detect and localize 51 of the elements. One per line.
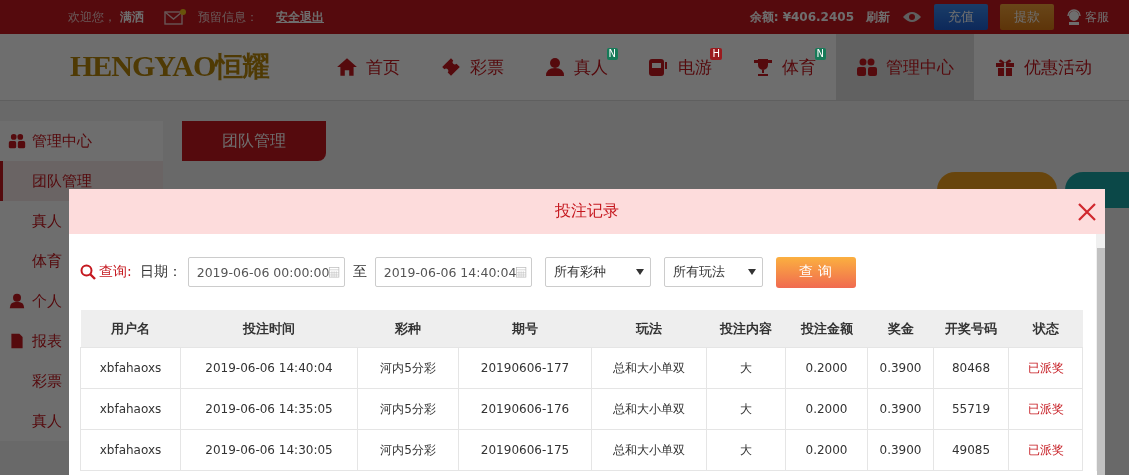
table-cell: xbfahaoxs — [80, 347, 181, 389]
column-header: 投注金额 — [785, 310, 868, 348]
table-cell: 49085 — [933, 429, 1009, 471]
table-cell: xbfahaoxs — [80, 388, 181, 430]
table-cell: 2019-06-06 14:35:05 — [180, 388, 358, 430]
table-cell: 已派奖 — [1008, 388, 1083, 430]
table-cell: xbfahaoxs — [80, 429, 181, 471]
table-cell: 20190606-175 — [458, 429, 592, 471]
modal-title: 投注记录 — [555, 201, 619, 222]
table-cell: 0.2000 — [785, 429, 868, 471]
table-cell: 河内5分彩 — [357, 429, 459, 471]
table-cell: 0.2000 — [785, 347, 868, 389]
table-cell: 河内5分彩 — [357, 388, 459, 430]
nav-badge: N — [814, 48, 826, 60]
table-cell: 20190606-176 — [458, 388, 592, 430]
table-cell: 2019-06-06 14:40:04 — [180, 347, 358, 389]
table-cell: 已派奖 — [1008, 429, 1083, 471]
column-header: 奖金 — [867, 310, 934, 348]
table-cell: 已派奖 — [1008, 347, 1083, 389]
reserved-info-label: 预留信息： — [198, 8, 258, 26]
column-header: 开奖号码 — [933, 310, 1009, 348]
table-cell: 总和大小单双 — [591, 347, 707, 389]
table-cell: 0.3900 — [867, 347, 934, 389]
column-header: 期号 — [458, 310, 592, 348]
welcome-text: 欢迎您， — [68, 8, 116, 26]
table-cell: 河内5分彩 — [357, 347, 459, 389]
table-cell: 20190606-177 — [458, 347, 592, 389]
table-cell: 0.3900 — [867, 429, 934, 471]
column-header: 投注时间 — [180, 310, 358, 348]
nav-badge: N — [606, 48, 618, 60]
column-header: 投注内容 — [706, 310, 786, 348]
table-cell: 总和大小单双 — [591, 388, 707, 430]
query-label: 查询: — [99, 263, 132, 281]
column-header: 玩法 — [591, 310, 707, 348]
table-cell: 2019-06-06 14:30:05 — [180, 429, 358, 471]
username: 满洒 — [120, 8, 144, 26]
table-cell: 大 — [706, 347, 786, 389]
table-cell: 0.2000 — [785, 388, 868, 430]
table-cell: 55719 — [933, 388, 1009, 430]
column-header: 状态 — [1008, 310, 1083, 348]
column-header: 彩种 — [357, 310, 459, 348]
column-header: 用户名 — [80, 310, 181, 348]
nav-badge: H — [710, 48, 722, 60]
date-label: 日期： — [139, 263, 182, 281]
table-cell: 0.3900 — [867, 388, 934, 430]
balance-text: 余额: ¥406.2405 — [749, 8, 854, 26]
table-cell: 大 — [706, 429, 786, 471]
table-cell: 总和大小单双 — [591, 429, 707, 471]
table-cell: 大 — [706, 388, 786, 430]
to-label: 至 — [352, 263, 367, 281]
table-cell: 80468 — [933, 347, 1009, 389]
